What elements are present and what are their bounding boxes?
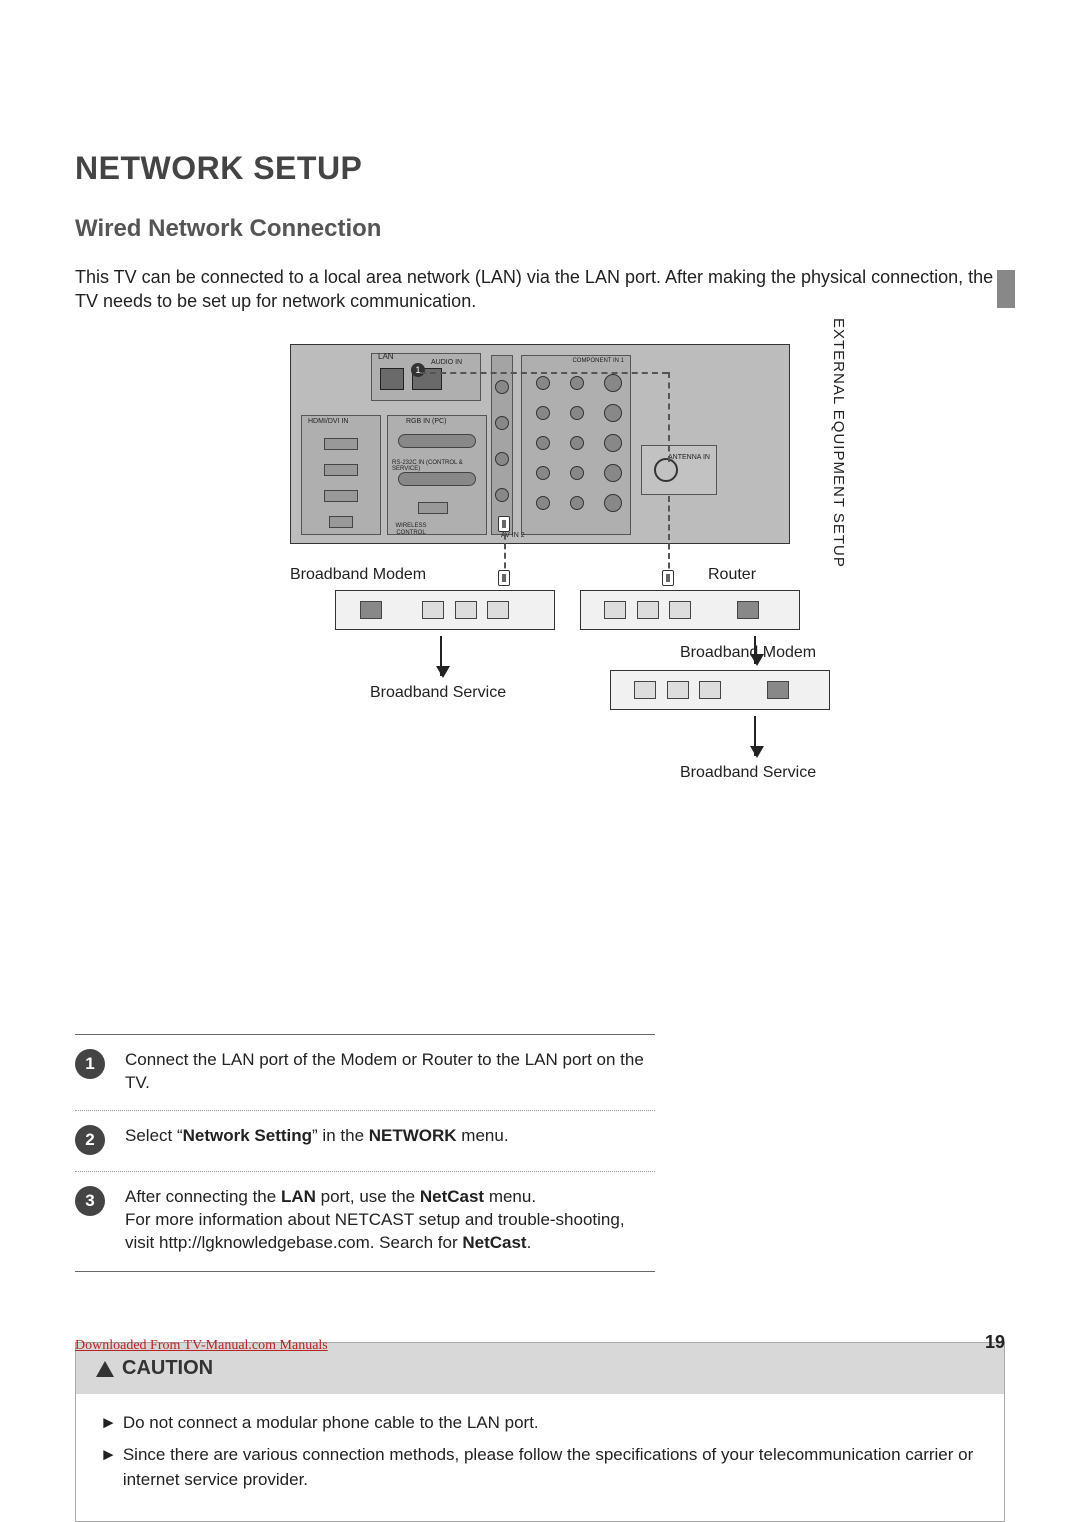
step-number-badge: 3 [75, 1186, 105, 1216]
modem-box-2 [610, 670, 830, 710]
connection-diagram: LAN 1 AUDIO IN HDMI/DVI IN RGB IN (PC) R… [260, 344, 820, 994]
caution-item: ► Since there are various connection met… [100, 1442, 980, 1493]
cable-line [420, 372, 668, 374]
wireless-port-icon [418, 502, 448, 514]
device-port-icon [767, 681, 789, 699]
rs232-port-icon [398, 472, 476, 486]
hdmi-port-group: HDMI/DVI IN [301, 415, 381, 535]
device-port-icon [667, 681, 689, 699]
step-text: After connecting the LAN port, use the N… [125, 1186, 655, 1255]
vga-port-icon [398, 434, 476, 448]
audio-in-label: AUDIO IN [431, 359, 462, 366]
device-port-icon [634, 681, 656, 699]
broadband-modem-label: Broadband Modem [290, 566, 426, 584]
device-port-icon [455, 601, 477, 619]
side-tab: EXTERNAL EQUIPMENT SETUP [985, 270, 1015, 580]
lan-label: LAN [378, 352, 394, 361]
rj45-plug-icon [498, 570, 510, 586]
footer-source-link[interactable]: Downloaded From TV-Manual.com Manuals [75, 1338, 328, 1354]
steps-list: 1 Connect the LAN port of the Modem or R… [75, 1034, 655, 1273]
caution-item: ► Do not connect a modular phone cable t… [100, 1410, 980, 1436]
router-box [580, 590, 800, 630]
step-item: 2 Select “Network Setting” in the NETWOR… [75, 1111, 655, 1171]
antenna-port-group: ANTENNA IN [641, 445, 717, 495]
rgb-port-group: RGB IN (PC) RS-232C IN (CONTROL & SERVIC… [387, 415, 487, 535]
step-text: Connect the LAN port of the Modem or Rou… [125, 1049, 655, 1095]
cable-line [668, 496, 670, 578]
device-port-icon [604, 601, 626, 619]
caution-item-text: Since there are various connection metho… [123, 1442, 980, 1493]
device-port-icon [360, 601, 382, 619]
rj45-plug-icon [662, 570, 674, 586]
hdmi-label: HDMI/DVI IN [308, 418, 348, 425]
side-tab-label: EXTERNAL EQUIPMENT SETUP [830, 318, 847, 618]
device-port-icon [487, 601, 509, 619]
component-port-group: COMPONENT IN 1 [521, 355, 631, 535]
antenna-label: ANTENNA IN [668, 454, 710, 461]
rca-port-icon [495, 380, 509, 394]
down-arrow-icon [754, 716, 756, 756]
device-port-icon [737, 601, 759, 619]
hdmi-slot-icon [324, 438, 358, 450]
router-label: Router [708, 566, 756, 584]
callout-badge-1: 1 [411, 363, 425, 377]
caution-body: ► Do not connect a modular phone cable t… [76, 1394, 1004, 1521]
page-number: 19 [985, 1332, 1005, 1353]
cable-line [668, 372, 670, 462]
broadband-service-label-2: Broadband Service [680, 764, 816, 782]
device-port-icon [637, 601, 659, 619]
rj45-plug-icon [498, 516, 510, 532]
hdmi-slot-icon [329, 516, 353, 528]
rca-port-icon [495, 452, 509, 466]
device-port-icon [669, 601, 691, 619]
rgb-label: RGB IN (PC) [406, 418, 446, 425]
section-subtitle: Wired Network Connection [75, 215, 1005, 243]
hdmi-slot-icon [324, 490, 358, 502]
caution-item-text: Do not connect a modular phone cable to … [123, 1410, 539, 1436]
coax-port-icon [654, 458, 678, 482]
tv-back-panel: LAN 1 AUDIO IN HDMI/DVI IN RGB IN (PC) R… [290, 344, 790, 544]
wireless-control-label: WIRELESS CONTROL [391, 523, 431, 537]
broadband-service-label: Broadband Service [370, 684, 506, 702]
warning-icon [96, 1361, 114, 1377]
step-text: Select “Network Setting” in the NETWORK … [125, 1125, 509, 1148]
device-port-icon [422, 601, 444, 619]
broadband-modem-label-2: Broadband Modem [680, 644, 816, 662]
side-tab-marker [997, 270, 1015, 308]
audio-strip [491, 355, 513, 535]
rca-port-icon [495, 416, 509, 430]
caution-box: CAUTION ► Do not connect a modular phone… [75, 1342, 1005, 1522]
hdmi-slot-icon [324, 464, 358, 476]
lan-port-group: LAN [371, 353, 481, 401]
component-label: COMPONENT IN 1 [572, 358, 624, 364]
step-item: 3 After connecting the LAN port, use the… [75, 1172, 655, 1271]
device-port-icon [699, 681, 721, 699]
bullet-arrow-icon: ► [100, 1442, 117, 1493]
step-number-badge: 2 [75, 1125, 105, 1155]
down-arrow-icon [440, 636, 442, 676]
intro-paragraph: This TV can be connected to a local area… [75, 265, 1005, 314]
bullet-arrow-icon: ► [100, 1410, 117, 1436]
modem-box [335, 590, 555, 630]
rs232-label: RS-232C IN (CONTROL & SERVICE) [392, 460, 486, 472]
lan-port-icon [380, 368, 404, 390]
page-title: NETWORK SETUP [75, 150, 1005, 187]
rca-port-icon [495, 488, 509, 502]
caution-heading-text: CAUTION [122, 1357, 213, 1380]
step-number-badge: 1 [75, 1049, 105, 1079]
step-item: 1 Connect the LAN port of the Modem or R… [75, 1035, 655, 1111]
